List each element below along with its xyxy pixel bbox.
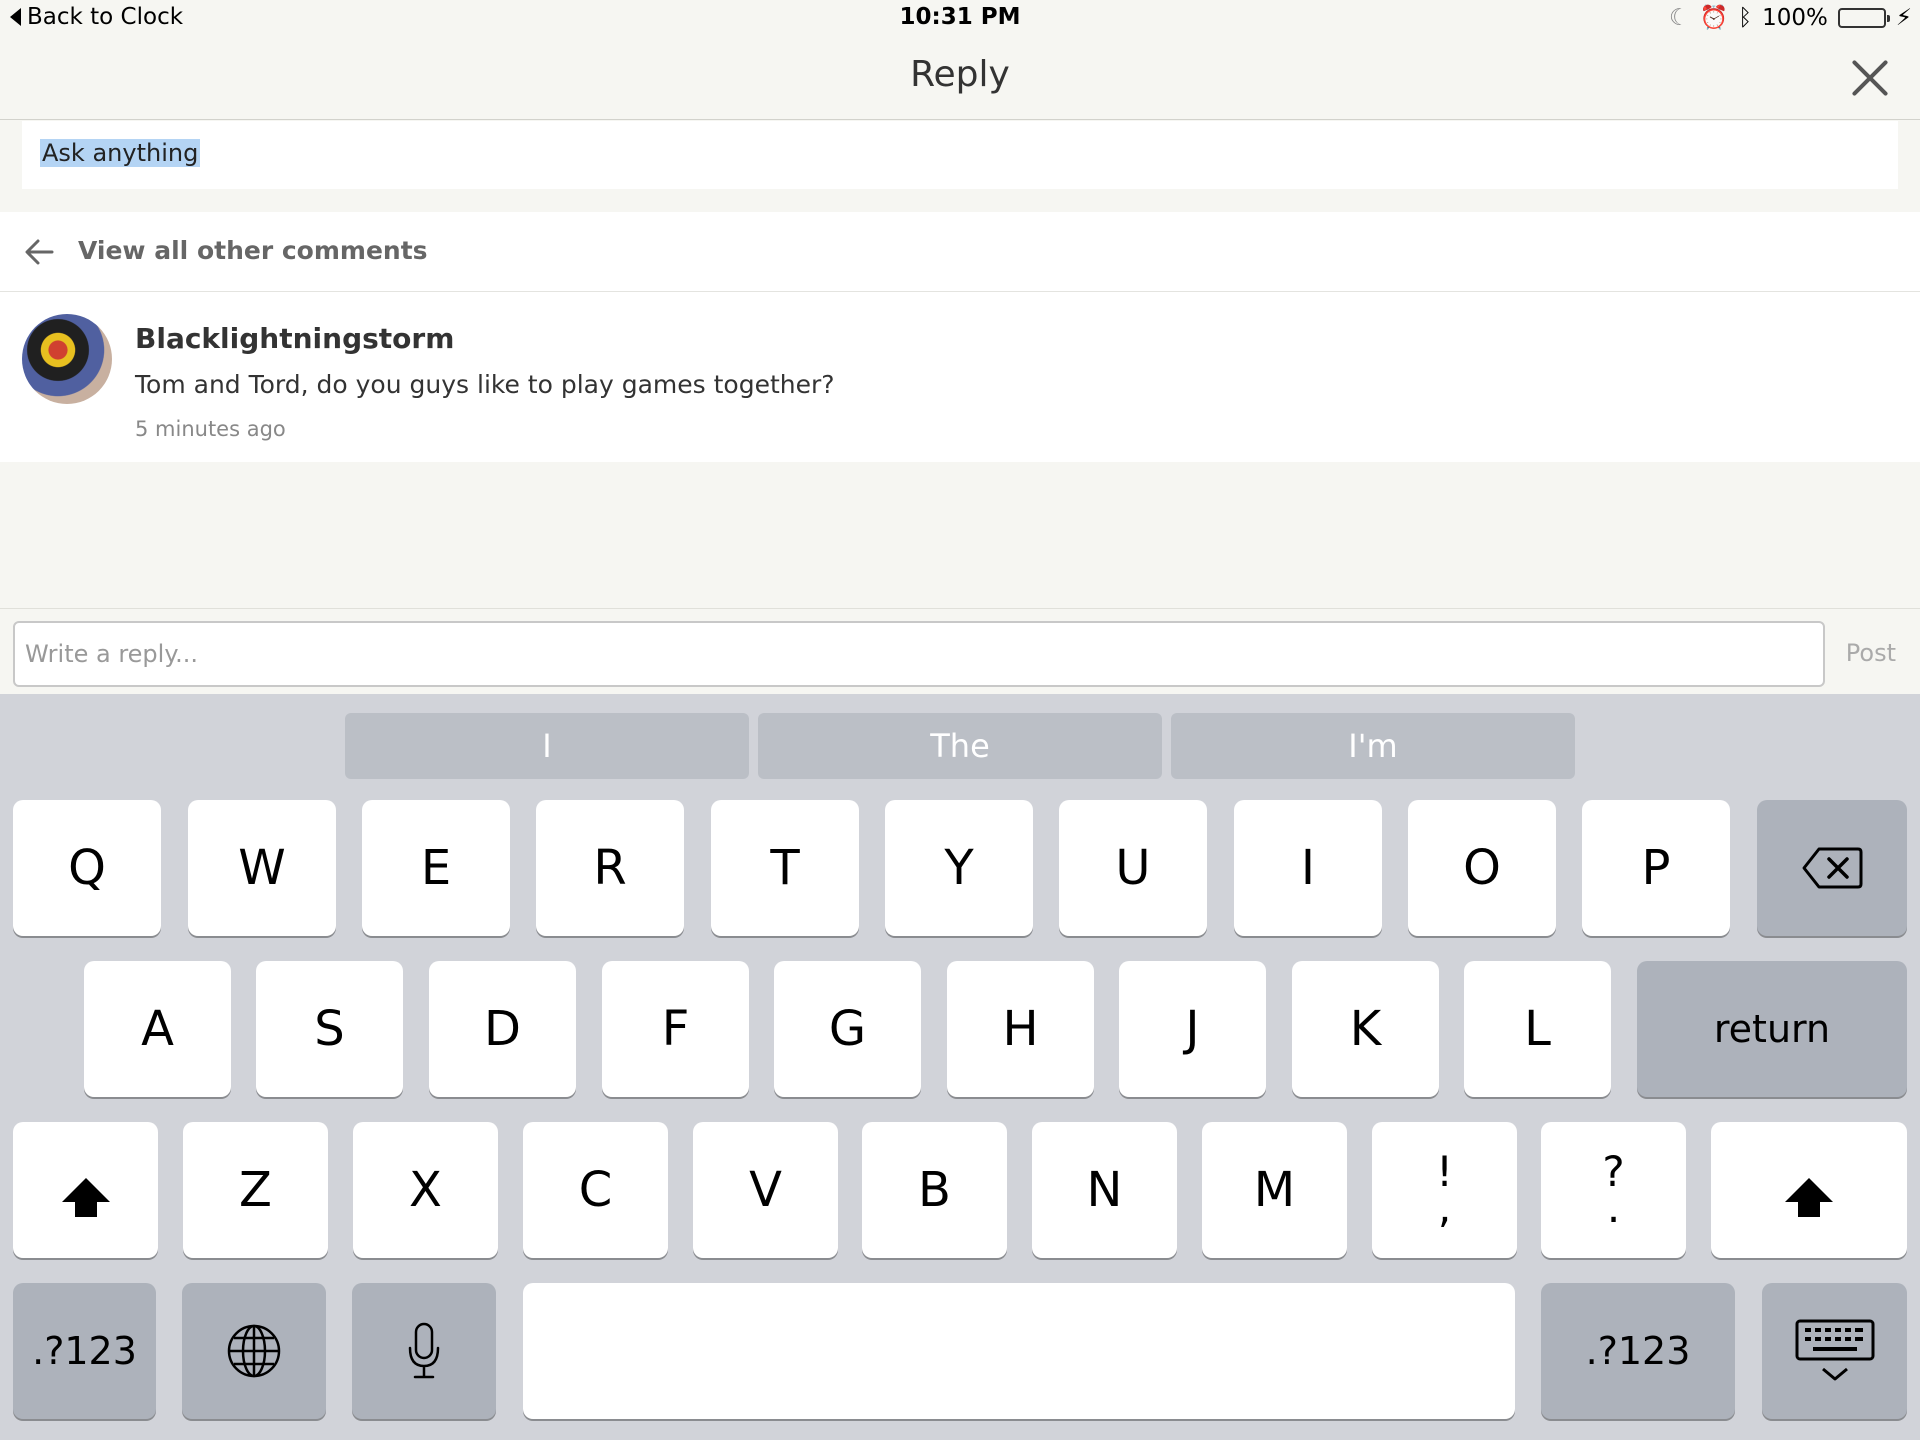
microphone-key[interactable] bbox=[352, 1283, 496, 1419]
view-all-comments-label: View all other comments bbox=[78, 236, 428, 265]
suggestion-3[interactable]: I'm bbox=[1171, 713, 1575, 779]
backspace-key[interactable] bbox=[1757, 800, 1907, 936]
key-question-period[interactable]: ? . bbox=[1541, 1122, 1686, 1258]
on-screen-keyboard: I The I'm Q W E R T Y U I O P A S D F G … bbox=[0, 694, 1920, 1440]
moon-icon: ☾ bbox=[1669, 4, 1690, 31]
numbers-key-left[interactable]: .?123 bbox=[13, 1283, 156, 1419]
suggestion-1[interactable]: I bbox=[345, 713, 749, 779]
key-f[interactable]: F bbox=[602, 961, 749, 1097]
key-e[interactable]: E bbox=[362, 800, 510, 936]
key-a[interactable]: A bbox=[84, 961, 231, 1097]
comments-section: View all other comments Blacklightningst… bbox=[0, 212, 1920, 462]
page-title: Reply bbox=[910, 54, 1010, 95]
key-y[interactable]: Y bbox=[885, 800, 1033, 936]
key-t[interactable]: T bbox=[711, 800, 859, 936]
comment-timestamp: 5 minutes ago bbox=[135, 417, 286, 441]
key-n[interactable]: N bbox=[1032, 1122, 1177, 1258]
key-c[interactable]: C bbox=[523, 1122, 668, 1258]
key-m[interactable]: M bbox=[1202, 1122, 1347, 1258]
status-icons: ☾ ⏰ ᛒ 100% ⚡ bbox=[1669, 4, 1912, 32]
status-time: 10:31 PM bbox=[899, 4, 1021, 30]
question-text[interactable]: Ask anything bbox=[40, 139, 201, 167]
shift-arrow-icon bbox=[1785, 1178, 1833, 1217]
return-key[interactable]: return bbox=[1637, 961, 1907, 1097]
key-o[interactable]: O bbox=[1408, 800, 1556, 936]
key-x[interactable]: X bbox=[353, 1122, 498, 1258]
post-button[interactable]: Post bbox=[1846, 639, 1896, 667]
battery-percent: 100% bbox=[1762, 4, 1828, 31]
key-i[interactable]: I bbox=[1234, 800, 1382, 936]
keyboard-dismiss-icon bbox=[1795, 1319, 1874, 1381]
charging-icon: ⚡ bbox=[1895, 4, 1912, 31]
key-d[interactable]: D bbox=[429, 961, 576, 1097]
arrow-left-icon bbox=[25, 239, 54, 265]
shift-left-key[interactable] bbox=[13, 1122, 158, 1258]
numbers-key-right[interactable]: .?123 bbox=[1541, 1283, 1735, 1419]
close-icon[interactable] bbox=[1850, 58, 1890, 98]
space-key[interactable] bbox=[523, 1283, 1515, 1419]
globe-key[interactable] bbox=[182, 1283, 326, 1419]
reply-input[interactable] bbox=[13, 621, 1825, 687]
nav-bar: Reply bbox=[0, 36, 1920, 120]
key-comma-label: , bbox=[1437, 1183, 1452, 1232]
comment-text: Tom and Tord, do you guys like to play g… bbox=[135, 370, 835, 399]
key-q[interactable]: Q bbox=[13, 800, 161, 936]
comment-author[interactable]: Blacklightningstorm bbox=[135, 322, 454, 355]
key-w[interactable]: W bbox=[188, 800, 336, 936]
key-p[interactable]: P bbox=[1582, 800, 1730, 936]
key-j[interactable]: J bbox=[1119, 961, 1266, 1097]
bluetooth-icon: ᛒ bbox=[1738, 4, 1753, 31]
key-b[interactable]: B bbox=[862, 1122, 1007, 1258]
globe-icon bbox=[227, 1324, 281, 1378]
key-l[interactable]: L bbox=[1464, 961, 1611, 1097]
question-card: Ask anything bbox=[22, 121, 1898, 189]
shift-right-key[interactable] bbox=[1711, 1122, 1907, 1258]
battery-icon bbox=[1837, 7, 1890, 28]
microphone-icon bbox=[408, 1322, 440, 1379]
alarm-icon: ⏰ bbox=[1699, 5, 1729, 31]
hide-keyboard-key[interactable] bbox=[1762, 1283, 1907, 1419]
key-z[interactable]: Z bbox=[183, 1122, 328, 1258]
key-k[interactable]: K bbox=[1292, 961, 1439, 1097]
key-v[interactable]: V bbox=[693, 1122, 838, 1258]
key-g[interactable]: G bbox=[774, 961, 921, 1097]
key-period-label: . bbox=[1606, 1183, 1621, 1232]
avatar[interactable] bbox=[22, 314, 112, 404]
backspace-icon bbox=[1802, 847, 1863, 889]
key-u[interactable]: U bbox=[1059, 800, 1207, 936]
view-all-comments-button[interactable]: View all other comments bbox=[0, 212, 1920, 292]
key-h[interactable]: H bbox=[947, 961, 1094, 1097]
list-item: Blacklightningstorm Tom and Tord, do you… bbox=[0, 292, 1920, 462]
key-exclaim-comma[interactable]: ! , bbox=[1372, 1122, 1517, 1258]
status-bar: Back to Clock 10:31 PM ☾ ⏰ ᛒ 100% ⚡ bbox=[0, 0, 1920, 36]
reply-bar: Post bbox=[0, 608, 1920, 694]
key-r[interactable]: R bbox=[536, 800, 684, 936]
shift-arrow-icon bbox=[61, 1178, 110, 1217]
key-s[interactable]: S bbox=[256, 961, 403, 1097]
suggestion-2[interactable]: The bbox=[758, 713, 1162, 779]
